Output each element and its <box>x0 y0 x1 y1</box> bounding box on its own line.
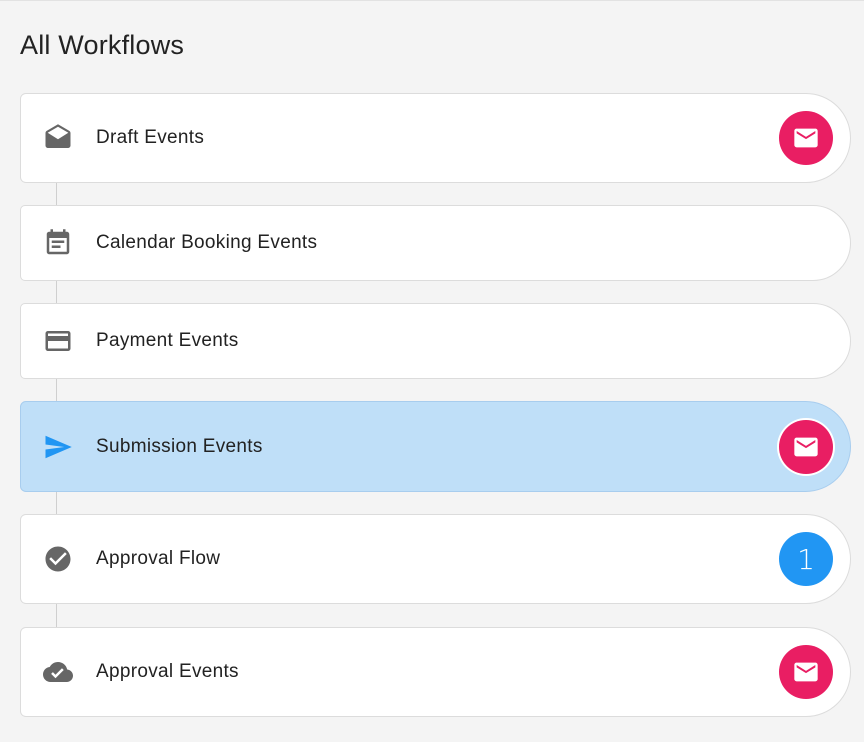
workflow-label: Draft Events <box>96 127 205 148</box>
credit-card-icon <box>43 326 73 356</box>
workflow-connector <box>56 281 57 304</box>
drafts-icon <box>43 123 73 153</box>
workflow-label: Approval Events <box>96 661 239 682</box>
check-circle-icon <box>43 544 73 574</box>
workflow-card-calendar-booking-events[interactable]: Calendar Booking Events <box>20 205 851 281</box>
badge-count: 1 <box>797 542 815 576</box>
mail-icon <box>794 128 818 148</box>
workflow-label: Calendar Booking Events <box>96 232 318 253</box>
workflow-label: Submission Events <box>96 435 263 457</box>
cloud-done-icon <box>43 657 73 687</box>
workflow-connector <box>56 379 57 402</box>
workflow-card-approval-events[interactable]: Approval Events <box>20 627 851 717</box>
page-title: All Workflows <box>20 30 185 60</box>
count-badge[interactable]: 1 <box>779 532 833 586</box>
workflow-card-draft-events[interactable]: Draft Events <box>20 93 851 183</box>
mail-icon <box>794 662 818 682</box>
workflow-card-approval-flow[interactable]: Approval Flow 1 <box>20 514 851 604</box>
top-divider <box>0 0 864 1</box>
workflow-connector <box>56 492 57 515</box>
workflow-card-submission-events[interactable]: Submission Events <box>20 401 851 492</box>
workflow-label: Approval Flow <box>96 548 221 569</box>
mail-badge[interactable] <box>779 419 833 474</box>
mail-badge[interactable] <box>779 645 833 699</box>
send-icon <box>43 432 73 462</box>
calendar-icon <box>43 228 73 258</box>
workflow-card-payment-events[interactable]: Payment Events <box>20 303 851 379</box>
mail-badge[interactable] <box>779 111 833 165</box>
mail-icon <box>794 437 818 456</box>
workflow-connector <box>56 604 57 628</box>
workflow-connector <box>56 183 57 206</box>
workflow-label: Payment Events <box>96 330 239 351</box>
